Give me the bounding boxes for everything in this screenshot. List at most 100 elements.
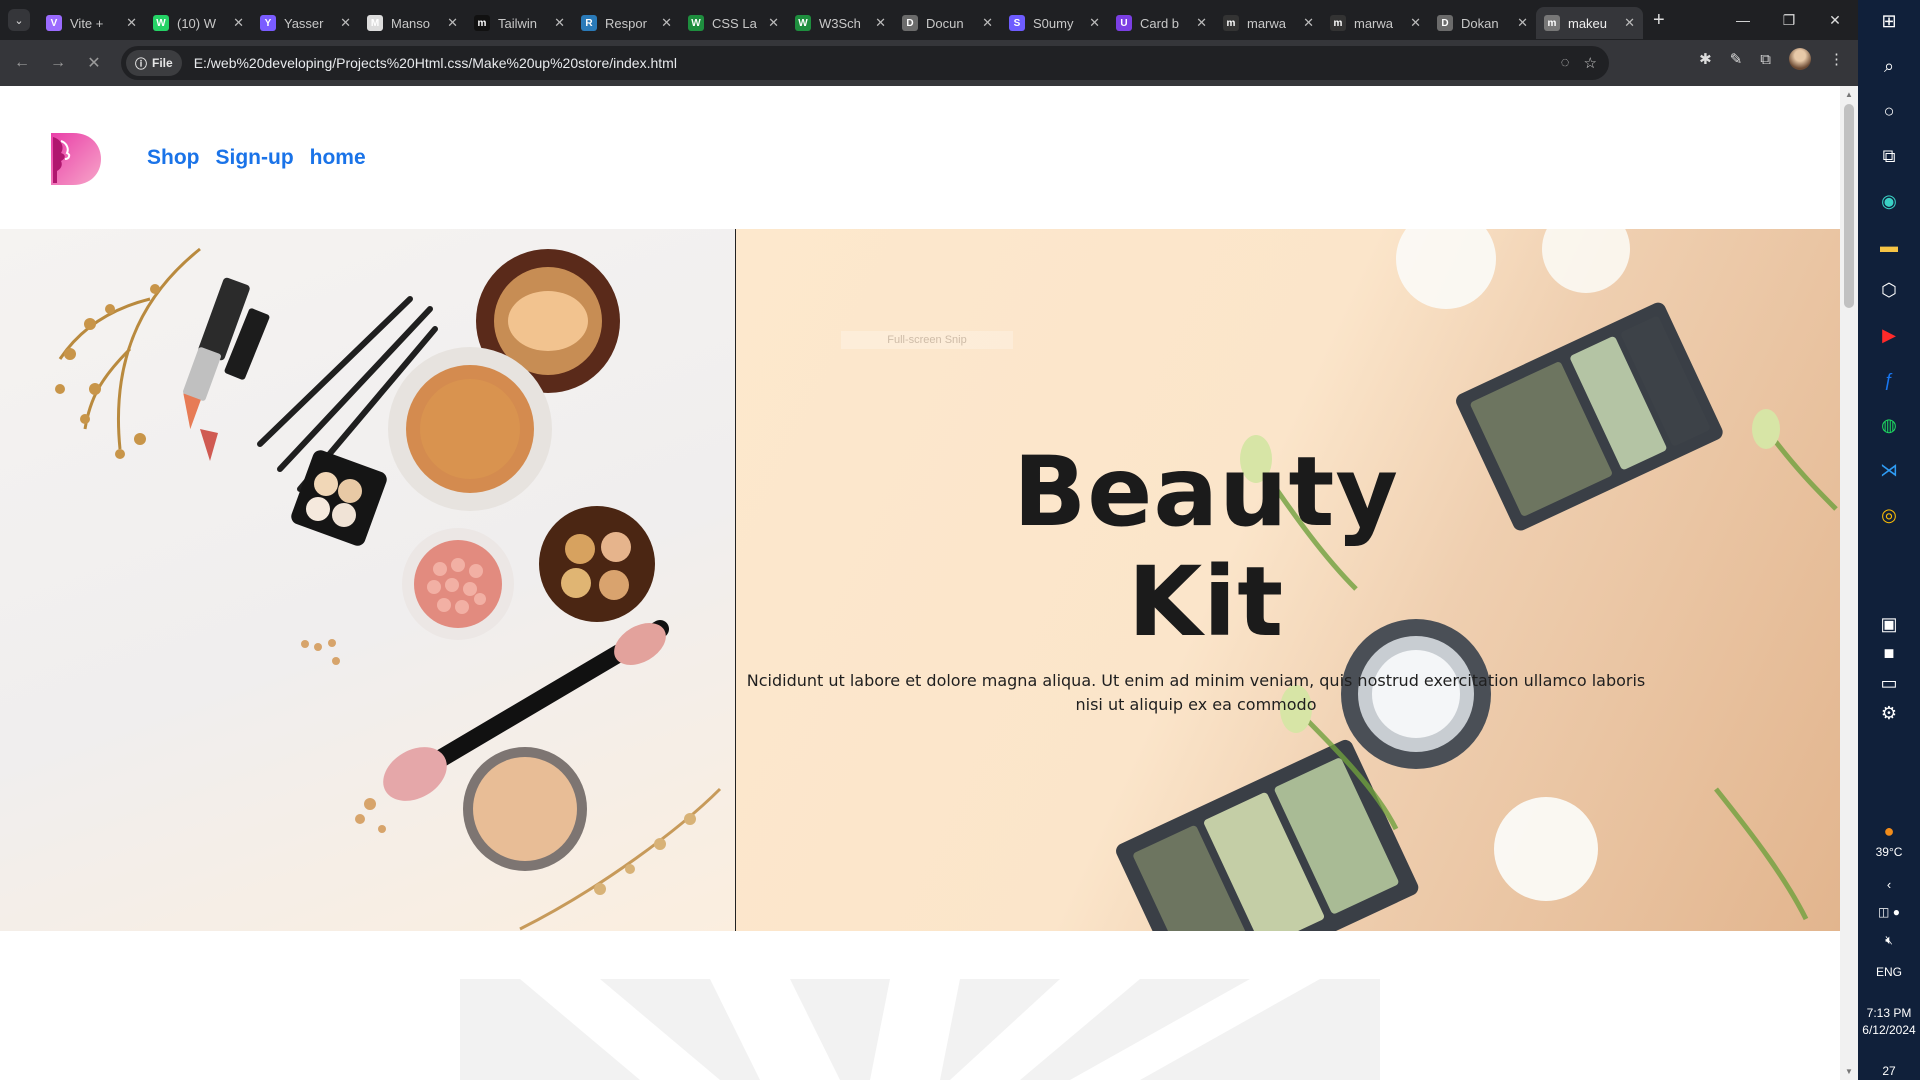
tab-search-button[interactable]: ⌄ [8,9,30,31]
browser-tab[interactable]: m marwa ✕ [1215,7,1322,39]
tab-close-icon[interactable]: ✕ [1624,15,1635,31]
address-bar[interactable]: ⓘ File E:/web%20developing/Projects%20Ht… [121,46,1609,80]
tab-close-icon[interactable]: ✕ [554,15,565,31]
clock-time[interactable]: 7:13 PM [1867,1005,1912,1022]
tab-favicon-icon: D [1437,15,1453,31]
scroll-down-arrow[interactable]: ▼ [1845,1067,1853,1076]
tab-close-icon[interactable]: ✕ [1303,15,1314,31]
tab-close-icon[interactable]: ✕ [447,15,458,31]
bookmark-star-icon[interactable]: ☆ [1584,54,1597,72]
spotify-icon[interactable]: ◍ [1876,413,1902,437]
extension-icon[interactable]: ✱ [1699,50,1712,68]
forward-button[interactable]: → [44,49,72,77]
weather-temp[interactable]: 39°C [1876,844,1903,861]
new-tab-button[interactable]: + [1653,9,1665,32]
browser-tab[interactable]: R Respor ✕ [573,7,680,39]
page-scrollbar[interactable]: ▲ ▼ [1840,86,1858,1080]
nav-link-shop[interactable]: Shop [147,146,200,170]
scroll-up-arrow[interactable]: ▲ [1845,90,1853,99]
unity-icon[interactable]: ⬡ [1876,279,1902,303]
browser-tab[interactable]: M Manso ✕ [359,7,466,39]
minimize-button[interactable]: — [1720,0,1766,40]
tray-icons[interactable]: ◫ ● [1876,900,1902,924]
weather-sun-icon: ● [1883,821,1895,842]
scroll-thumb[interactable] [1844,104,1854,308]
tab-favicon-icon: U [1116,15,1132,31]
pen-extension-icon[interactable]: ✎ [1730,50,1743,68]
info-icon: ⓘ [135,56,148,71]
logo-face-icon [51,132,101,185]
url-text[interactable]: E:/web%20developing/Projects%20Html.css/… [194,55,677,71]
tab-close-icon[interactable]: ✕ [875,15,886,31]
camera-icon[interactable]: ▣ [1876,612,1902,636]
tab-title: S0umy [1033,15,1074,31]
video-camera-icon[interactable]: ■ [1876,642,1902,666]
hero-title-line-2: Kit [1127,546,1285,658]
main-nav: Shop Sign-up home [147,146,366,170]
browser-toolbar: ← → ✕ ⓘ File E:/web%20developing/Project… [0,40,1858,86]
browser-tab[interactable]: m marwa ✕ [1322,7,1429,39]
browser-tab[interactable]: W W3Sch ✕ [787,7,894,39]
snip-watermark: Full-screen Snip [841,331,1013,349]
chrome-icon[interactable]: ◎ [1876,503,1902,527]
nav-link-home[interactable]: home [310,146,366,170]
back-button[interactable]: ← [8,49,36,77]
tab-close-icon[interactable]: ✕ [1410,15,1421,31]
cortana-icon[interactable]: ○ [1876,100,1902,124]
task-view-icon[interactable]: ⧉ [1876,144,1902,168]
stop-loading-button[interactable]: ✕ [80,49,108,77]
notification-count[interactable]: 27 [1882,1063,1895,1080]
search-icon[interactable]: ⌕ [1876,55,1902,79]
tab-title: (10) W [177,15,216,31]
menu-kebab-icon[interactable]: ⋮ [1829,50,1844,68]
site-logo[interactable] [47,129,103,187]
windows-taskbar: ⊞ ⌕ ○ ⧉ ◉ ▬ ⬡ ▶ ƒ ◍ ⋊ ◎ ▣ ■ ▭ ⚙ ● 39°C ‹… [1858,0,1920,1080]
tab-favicon-icon: m [1330,15,1346,31]
chevron-left-icon[interactable]: ‹ [1876,873,1902,897]
tab-close-icon[interactable]: ✕ [768,15,779,31]
browser-tab[interactable]: m makeu ✕ [1536,7,1643,39]
browser-tab[interactable]: S S0umy ✕ [1001,7,1108,39]
tab-close-icon[interactable]: ✕ [340,15,351,31]
puzzle-icon[interactable]: ⧉ [1760,51,1771,68]
restore-button[interactable]: ❐ [1766,0,1812,40]
browser-tab[interactable]: W (10) W ✕ [145,7,252,39]
tab-close-icon[interactable]: ✕ [661,15,672,31]
language-indicator[interactable]: ENG [1876,964,1902,981]
tab-close-icon[interactable]: ✕ [1196,15,1207,31]
tab-favicon-icon: W [153,15,169,31]
tab-close-icon[interactable]: ✕ [982,15,993,31]
facebook-icon[interactable]: ƒ [1876,369,1902,393]
hero-title-line-1: Beauty [1013,436,1399,548]
tab-close-icon[interactable]: ✕ [1517,15,1528,31]
tab-favicon-icon: W [795,15,811,31]
browser-tab[interactable]: V Vite + ✕ [38,7,145,39]
nav-link-sign-up[interactable]: Sign-up [216,146,294,170]
youtube-icon[interactable]: ▶ [1876,324,1902,348]
browser-tab[interactable]: W CSS La ✕ [680,7,787,39]
tab-close-icon[interactable]: ✕ [1089,15,1100,31]
profile-avatar[interactable] [1789,48,1811,70]
file-explorer-icon[interactable]: ▬ [1876,234,1902,258]
tab-title: Dokan [1461,15,1499,31]
clock-date[interactable]: 6/12/2024 [1862,1022,1915,1039]
window-icon[interactable]: ▭ [1876,672,1902,696]
browser-tab[interactable]: Y Yasser ✕ [252,7,359,39]
site-info-chip[interactable]: ⓘ File [126,50,182,76]
tab-title: Respor [605,15,647,31]
windows-start-icon[interactable]: ⊞ [1876,10,1902,34]
browser-tab[interactable]: m Tailwin ✕ [466,7,573,39]
vscode-icon[interactable]: ⋊ [1876,458,1902,482]
hero-content: Full-screen Snip Beauty Kit Ncididunt ut… [736,229,1840,931]
volume-mute-icon[interactable]: 🔇︎ [1876,928,1902,952]
tab-favicon-icon: S [1009,15,1025,31]
browser-tab[interactable]: D Dokan ✕ [1429,7,1536,39]
browser-tab[interactable]: D Docun ✕ [894,7,1001,39]
browser-tab[interactable]: U Card b ✕ [1108,7,1215,39]
edge-icon[interactable]: ◉ [1876,189,1902,213]
settings-gear-icon[interactable]: ⚙ [1876,702,1902,726]
close-window-button[interactable]: ✕ [1812,0,1858,40]
tab-close-icon[interactable]: ✕ [126,15,137,31]
tab-close-icon[interactable]: ✕ [233,15,244,31]
eye-off-icon[interactable]: ◌ [1561,54,1570,72]
